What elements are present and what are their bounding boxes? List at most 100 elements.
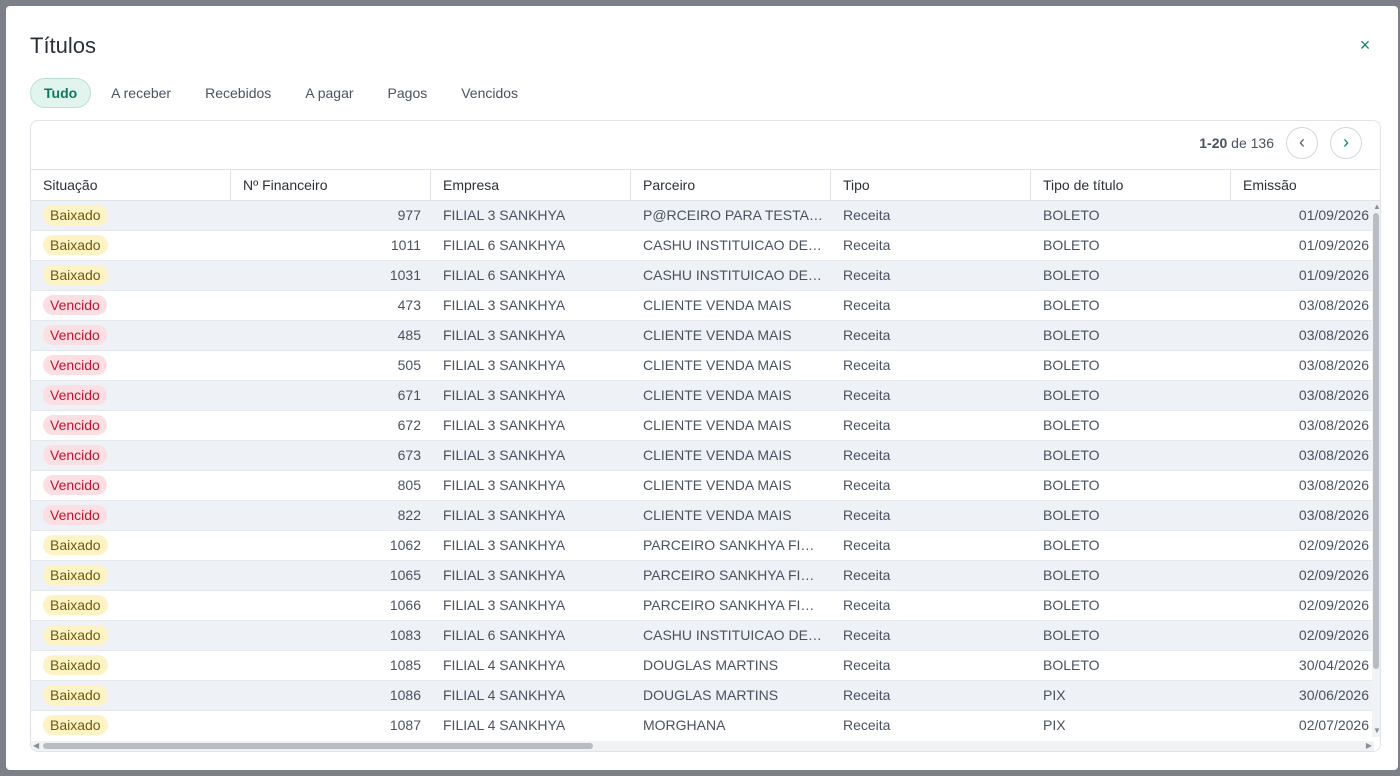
cell-tipo: Receita bbox=[843, 477, 891, 493]
cell-parceiro: DOUGLAS MARTINS bbox=[643, 657, 779, 673]
table-row[interactable]: Vencido 805 FILIAL 3 SANKHYA CLIENTE VENDA … bbox=[31, 471, 1374, 501]
status-badge: Baixado bbox=[43, 535, 108, 555]
cell-tipo-titulo: BOLETO bbox=[1043, 567, 1100, 583]
scroll-left-icon[interactable]: ◀ bbox=[33, 742, 39, 750]
cell-situacao: Vencido bbox=[43, 351, 223, 381]
table-row[interactable]: Baixado 1086 FILIAL 4 SANKHYA DOUGLAS MARTI… bbox=[31, 681, 1374, 711]
cell-situacao: Baixado bbox=[43, 651, 223, 681]
tab-a-receber[interactable]: A receber bbox=[97, 78, 185, 108]
cell-tipo: Receita bbox=[843, 267, 891, 283]
pagination: 1-20 de 136 ‹ › bbox=[980, 121, 1380, 167]
cell-emissao: 02/07/2026 bbox=[1298, 717, 1369, 733]
tab-recebidos[interactable]: Recebidos bbox=[191, 78, 285, 108]
cell-numero-financeiro: 505 bbox=[397, 357, 421, 373]
cell-tipo: Receita bbox=[843, 657, 891, 673]
tab-a-pagar[interactable]: A pagar bbox=[291, 78, 367, 108]
prev-page-button[interactable]: ‹ bbox=[1286, 127, 1318, 159]
table-row[interactable]: Baixado 1085 FILIAL 4 SANKHYA DOUGLAS MARTI… bbox=[31, 651, 1374, 681]
cell-empresa: FILIAL 6 SANKHYA bbox=[443, 267, 566, 283]
cell-situacao: Vencido bbox=[43, 291, 223, 321]
table-row[interactable]: Vencido 473 FILIAL 3 SANKHYA CLIENTE VENDA … bbox=[31, 291, 1374, 321]
table-row[interactable]: Vencido 485 FILIAL 3 SANKHYA CLIENTE VENDA … bbox=[31, 321, 1374, 351]
pagination-of: de bbox=[1231, 135, 1247, 151]
close-icon[interactable]: × bbox=[1356, 36, 1374, 54]
scroll-up-icon[interactable]: ▲ bbox=[1373, 203, 1380, 211]
table-row[interactable]: Baixado 1065 FILIAL 3 SANKHYA PARCEIRO SANK… bbox=[31, 561, 1374, 591]
column-header-numero[interactable]: Nº Financeiro bbox=[231, 170, 431, 202]
table-row[interactable]: Baixado 1087 FILIAL 4 SANKHYA MORGHANA Recei… bbox=[31, 711, 1374, 737]
cell-numero-financeiro: 1086 bbox=[389, 687, 421, 703]
cell-situacao: Baixado bbox=[43, 261, 223, 291]
cell-empresa: FILIAL 3 SANKHYA bbox=[443, 417, 566, 433]
status-badge: Baixado bbox=[43, 625, 108, 645]
tab-vencidos[interactable]: Vencidos bbox=[447, 78, 532, 108]
cell-situacao: Baixado bbox=[43, 531, 223, 561]
tab-tudo[interactable]: Tudo bbox=[30, 78, 92, 108]
cell-numero-financeiro: 1083 bbox=[389, 627, 421, 643]
cell-parceiro: MORGHANA bbox=[643, 717, 726, 733]
cell-empresa: FILIAL 3 SANKHYA bbox=[443, 297, 566, 313]
cell-emissao: 03/08/2026 bbox=[1298, 357, 1369, 373]
cell-tipo: Receita bbox=[843, 327, 891, 343]
table-row[interactable]: Baixado 1083 FILIAL 6 SANKHYA CASHU INSTITU… bbox=[31, 621, 1374, 651]
cell-tipo-titulo: BOLETO bbox=[1043, 657, 1100, 673]
table-row[interactable]: Baixado 977 FILIAL 3 SANKHYA P@RCEIRO PARA … bbox=[31, 201, 1374, 231]
status-badge: Vencido bbox=[43, 445, 107, 465]
status-badge: Baixado bbox=[43, 715, 108, 735]
horizontal-scroll-thumb[interactable] bbox=[43, 743, 593, 749]
cell-parceiro: DOUGLAS MARTINS bbox=[643, 687, 779, 703]
table-row[interactable]: Baixado 1062 FILIAL 3 SANKHYA PARCEIRO SANK… bbox=[31, 531, 1374, 561]
cell-numero-financeiro: 822 bbox=[397, 507, 421, 523]
cell-situacao: Baixado bbox=[43, 681, 223, 711]
table-row[interactable]: Baixado 1011 FILIAL 6 SANKHYA CASHU INSTITU… bbox=[31, 231, 1374, 261]
filter-tabs: Tudo A receber Recebidos A pagar Pagos V… bbox=[30, 78, 538, 108]
scroll-right-icon[interactable]: ▶ bbox=[1366, 742, 1372, 750]
column-header-parceiro[interactable]: Parceiro bbox=[631, 170, 831, 202]
cell-parceiro: CLIENTE VENDA MAIS bbox=[643, 297, 792, 313]
cell-empresa: FILIAL 3 SANKHYA bbox=[443, 387, 566, 403]
table-row[interactable]: Vencido 505 FILIAL 3 SANKHYA CLIENTE VENDA … bbox=[31, 351, 1374, 381]
column-header-tipo[interactable]: Tipo bbox=[831, 170, 1031, 202]
cell-situacao: Baixado bbox=[43, 201, 223, 231]
cell-tipo: Receita bbox=[843, 447, 891, 463]
cell-situacao: Baixado bbox=[43, 561, 223, 591]
horizontal-scrollbar[interactable]: ◀ ▶ bbox=[31, 741, 1374, 751]
cell-tipo: Receita bbox=[843, 417, 891, 433]
cell-situacao: Vencido bbox=[43, 501, 223, 531]
table-row[interactable]: Vencido 673 FILIAL 3 SANKHYA CLIENTE VENDA … bbox=[31, 441, 1374, 471]
vertical-scrollbar[interactable]: ▲ ▼ bbox=[1372, 201, 1380, 737]
cell-numero-financeiro: 1087 bbox=[389, 717, 421, 733]
cell-tipo: Receita bbox=[843, 687, 891, 703]
cell-parceiro: PARCEIRO SANKHYA FINA... bbox=[643, 597, 823, 613]
cell-tipo: Receita bbox=[843, 537, 891, 553]
vertical-scroll-thumb[interactable] bbox=[1373, 213, 1379, 669]
cell-situacao: Vencido bbox=[43, 321, 223, 351]
cell-numero-financeiro: 473 bbox=[397, 297, 421, 313]
tab-pagos[interactable]: Pagos bbox=[374, 78, 442, 108]
cell-empresa: FILIAL 4 SANKHYA bbox=[443, 717, 566, 733]
cell-emissao: 30/04/2026 bbox=[1298, 657, 1369, 673]
column-header-tipo-titulo[interactable]: Tipo de título bbox=[1031, 170, 1231, 202]
column-header-emissao[interactable]: Emissão bbox=[1231, 170, 1380, 202]
column-header-situacao[interactable]: Situação bbox=[31, 170, 231, 202]
cell-empresa: FILIAL 3 SANKHYA bbox=[443, 207, 566, 223]
table-row[interactable]: Vencido 671 FILIAL 3 SANKHYA CLIENTE VENDA … bbox=[31, 381, 1374, 411]
cell-parceiro: CLIENTE VENDA MAIS bbox=[643, 417, 792, 433]
next-page-button[interactable]: › bbox=[1330, 127, 1362, 159]
cell-tipo-titulo: PIX bbox=[1043, 687, 1066, 703]
table-row[interactable]: Vencido 822 FILIAL 3 SANKHYA CLIENTE VENDA … bbox=[31, 501, 1374, 531]
cell-situacao: Baixado bbox=[43, 621, 223, 651]
column-header-empresa[interactable]: Empresa bbox=[431, 170, 631, 202]
chevron-right-icon: › bbox=[1343, 132, 1349, 152]
cell-emissao: 03/08/2026 bbox=[1298, 447, 1369, 463]
scroll-down-icon[interactable]: ▼ bbox=[1373, 727, 1380, 735]
table-row[interactable]: Baixado 1031 FILIAL 6 SANKHYA CASHU INSTITU… bbox=[31, 261, 1374, 291]
cell-situacao: Vencido bbox=[43, 471, 223, 501]
status-badge: Vencido bbox=[43, 385, 107, 405]
cell-emissao: 01/09/2026 bbox=[1298, 237, 1369, 253]
table-row[interactable]: Vencido 672 FILIAL 3 SANKHYA CLIENTE VENDA … bbox=[31, 411, 1374, 441]
cell-situacao: Vencido bbox=[43, 441, 223, 471]
status-badge: Baixado bbox=[43, 655, 108, 675]
table-row[interactable]: Baixado 1066 FILIAL 3 SANKHYA PARCEIRO SANK… bbox=[31, 591, 1374, 621]
cell-numero-financeiro: 977 bbox=[397, 207, 421, 223]
